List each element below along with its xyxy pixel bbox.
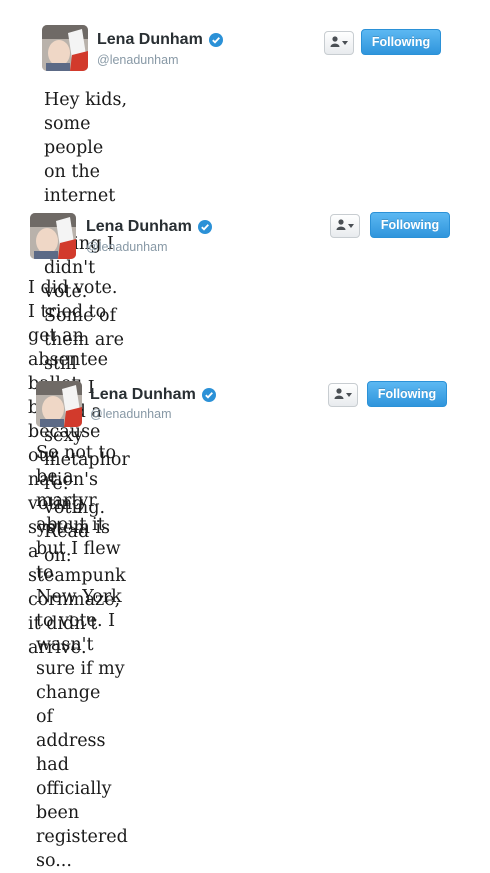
user-name-text[interactable]: Lena Dunham bbox=[86, 218, 192, 236]
user-name-text[interactable]: Lena Dunham bbox=[97, 31, 203, 49]
verified-badge-icon bbox=[208, 33, 223, 47]
avatar[interactable] bbox=[36, 381, 82, 427]
user-icon bbox=[334, 386, 344, 404]
following-button[interactable]: Following bbox=[361, 29, 441, 55]
chevron-down-icon bbox=[348, 224, 354, 228]
chevron-down-icon bbox=[342, 41, 348, 45]
user-name[interactable]: Lena Dunham bbox=[86, 218, 212, 236]
avatar[interactable] bbox=[42, 25, 88, 71]
user-dropdown-button[interactable] bbox=[328, 383, 358, 407]
user-handle[interactable]: @lenadunham bbox=[97, 53, 179, 67]
user-icon bbox=[336, 217, 346, 235]
user-name-text[interactable]: Lena Dunham bbox=[90, 386, 196, 404]
user-name[interactable]: Lena Dunham bbox=[97, 31, 223, 49]
user-dropdown-button[interactable] bbox=[330, 214, 360, 238]
user-handle[interactable]: @lenadunham bbox=[90, 407, 172, 421]
user-dropdown-button[interactable] bbox=[324, 31, 354, 55]
user-name[interactable]: Lena Dunham bbox=[90, 386, 216, 404]
user-icon bbox=[330, 34, 340, 52]
following-button[interactable]: Following bbox=[370, 212, 450, 238]
avatar[interactable] bbox=[30, 213, 76, 259]
tweet-text: So not to be a martyr about it but I fle… bbox=[36, 443, 128, 871]
verified-badge-icon bbox=[201, 388, 216, 402]
following-button[interactable]: Following bbox=[367, 381, 447, 407]
verified-badge-icon bbox=[197, 220, 212, 234]
user-handle[interactable]: @lenadunham bbox=[86, 240, 168, 254]
chevron-down-icon bbox=[346, 393, 352, 397]
